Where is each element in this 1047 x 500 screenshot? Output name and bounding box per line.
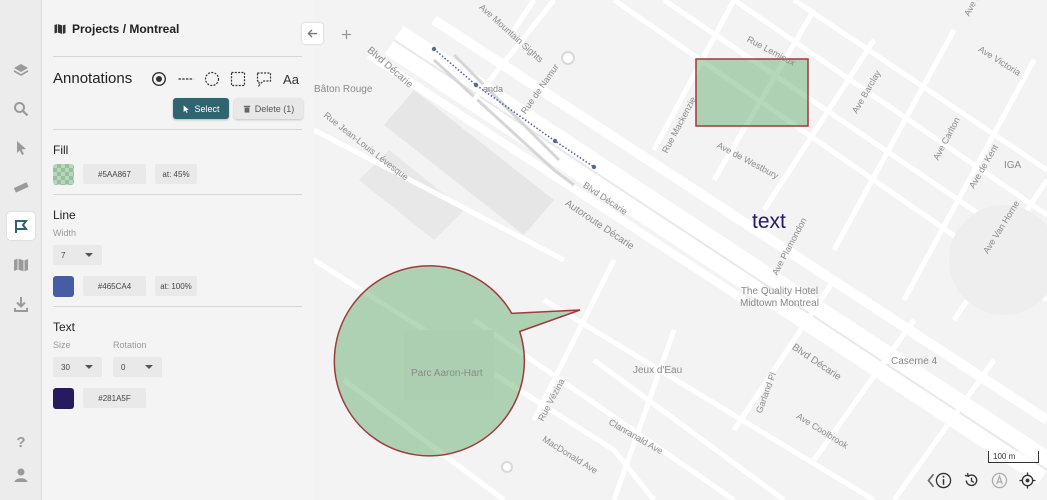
breadcrumb[interactable]: Projects / Montreal [54, 22, 179, 36]
search-button[interactable] [7, 95, 35, 123]
text-color-value[interactable]: #281A5F [83, 388, 146, 408]
basemap-button[interactable] [7, 251, 35, 279]
layers-button[interactable] [7, 56, 35, 84]
pointer-button[interactable] [7, 134, 35, 162]
add-button[interactable] [337, 25, 355, 43]
left-rail: ? [0, 0, 42, 500]
circle-icon [204, 71, 220, 87]
text-title: Text [53, 320, 76, 334]
line-title: Line [53, 208, 76, 222]
info-icon [935, 472, 951, 488]
text-size-dropdown[interactable]: 30 [53, 357, 102, 377]
compass-icon [991, 472, 1007, 488]
download-button[interactable] [7, 290, 35, 318]
annotations-button[interactable] [7, 212, 35, 240]
polygon-icon [256, 72, 272, 87]
hotel-label: The Quality Hotel Midtown Montreal [740, 286, 819, 309]
arrow-left-icon [307, 29, 318, 38]
line-vertex-handle[interactable] [591, 164, 597, 170]
divider [53, 194, 302, 195]
divider [53, 56, 302, 57]
text-rotation-label: Rotation [113, 340, 147, 350]
line-vertex-handle[interactable] [552, 138, 558, 144]
line-tool[interactable] [175, 68, 197, 90]
line-alpha-value[interactable]: at: 100% [155, 276, 197, 296]
line-width-dropdown[interactable]: 7 [53, 245, 102, 265]
user-icon [14, 468, 28, 482]
breadcrumb-text: Projects / Montreal [72, 22, 180, 36]
map-icon [54, 24, 66, 34]
delete-label: Delete (1) [254, 103, 295, 114]
download-icon [14, 297, 28, 312]
scale-bar: 100 m [988, 451, 1039, 463]
cursor-icon [184, 104, 190, 113]
ruler-icon [13, 182, 29, 193]
line-width-label: Width [53, 228, 77, 238]
place-label: Caserne 4 [891, 356, 938, 367]
line-color-swatch[interactable] [53, 276, 74, 297]
line-vertex-handle[interactable] [473, 82, 479, 88]
annotations-title: Annotations [53, 70, 133, 87]
map-canvas[interactable]: Ave Mountain Sights Bâton Rouge Blvd Déc… [314, 0, 1047, 500]
map-icon [14, 258, 28, 272]
text-tool[interactable]: Aa [280, 68, 302, 90]
app-window: ? Projects / Montreal Annotations Aa Sel… [0, 0, 1047, 500]
select-label: Select [194, 103, 220, 114]
info-button[interactable] [933, 470, 953, 490]
text-size-label: Size [53, 340, 71, 350]
chevron-down-icon [85, 365, 93, 369]
annotations-panel: Projects / Montreal Annotations Aa Selec… [42, 0, 314, 500]
circle-annotation[interactable] [333, 265, 581, 457]
search-icon [14, 102, 29, 117]
place-label: Jeux d'Eau [633, 365, 683, 376]
fill-title: Fill [53, 143, 69, 157]
point-tool[interactable] [148, 68, 170, 90]
circle-tool[interactable] [201, 68, 223, 90]
text-rotation-value: 0 [121, 363, 126, 372]
account-button[interactable] [7, 461, 35, 489]
fill-alpha-value[interactable]: at: 45% [155, 164, 197, 184]
north-arrow-button[interactable] [989, 470, 1009, 490]
rectangle-annotation[interactable] [695, 58, 809, 127]
history-button[interactable] [961, 470, 981, 490]
locate-button[interactable] [1017, 470, 1037, 490]
select-button[interactable]: Select [173, 98, 229, 119]
back-button[interactable] [302, 23, 323, 44]
layers-icon [13, 64, 29, 76]
measure-button[interactable] [7, 173, 35, 201]
text-size-value: 30 [61, 363, 70, 372]
annotation-flag-icon [15, 220, 28, 233]
store-label: IGA [1004, 160, 1022, 171]
plus-icon [341, 29, 351, 39]
line-width-value: 7 [61, 251, 66, 260]
point-tool-icon [151, 71, 167, 87]
park-label: Parc Aaron-Hart [411, 368, 483, 379]
fill-color-swatch[interactable] [53, 164, 74, 185]
chevron-down-icon [145, 365, 153, 369]
text-rotation-dropdown[interactable]: 0 [113, 357, 162, 377]
help-icon: ? [16, 434, 25, 449]
history-icon [964, 472, 977, 486]
rectangle-icon [230, 71, 246, 87]
fill-color-value[interactable]: #5AA867 [83, 164, 146, 184]
divider [53, 306, 302, 307]
divider [53, 129, 302, 130]
delete-button[interactable]: Delete (1) [234, 98, 303, 119]
map-base [314, 0, 1047, 500]
line-color-value[interactable]: #465CA4 [83, 276, 146, 296]
chevron-down-icon [85, 253, 93, 257]
polygon-tool[interactable] [253, 68, 275, 90]
text-color-swatch[interactable] [53, 388, 74, 409]
rectangle-tool[interactable] [227, 68, 249, 90]
cursor-icon [17, 141, 26, 155]
dashed-line-icon [178, 78, 194, 80]
place-label: Bâton Rouge [314, 84, 373, 95]
help-button[interactable]: ? [7, 427, 35, 455]
locate-icon [1018, 471, 1036, 489]
trash-icon [243, 105, 250, 113]
place-label: anda [483, 84, 504, 94]
text-annotation[interactable]: text [752, 210, 786, 234]
svg-text:?: ? [16, 434, 25, 449]
line-vertex-handle[interactable] [431, 46, 437, 52]
